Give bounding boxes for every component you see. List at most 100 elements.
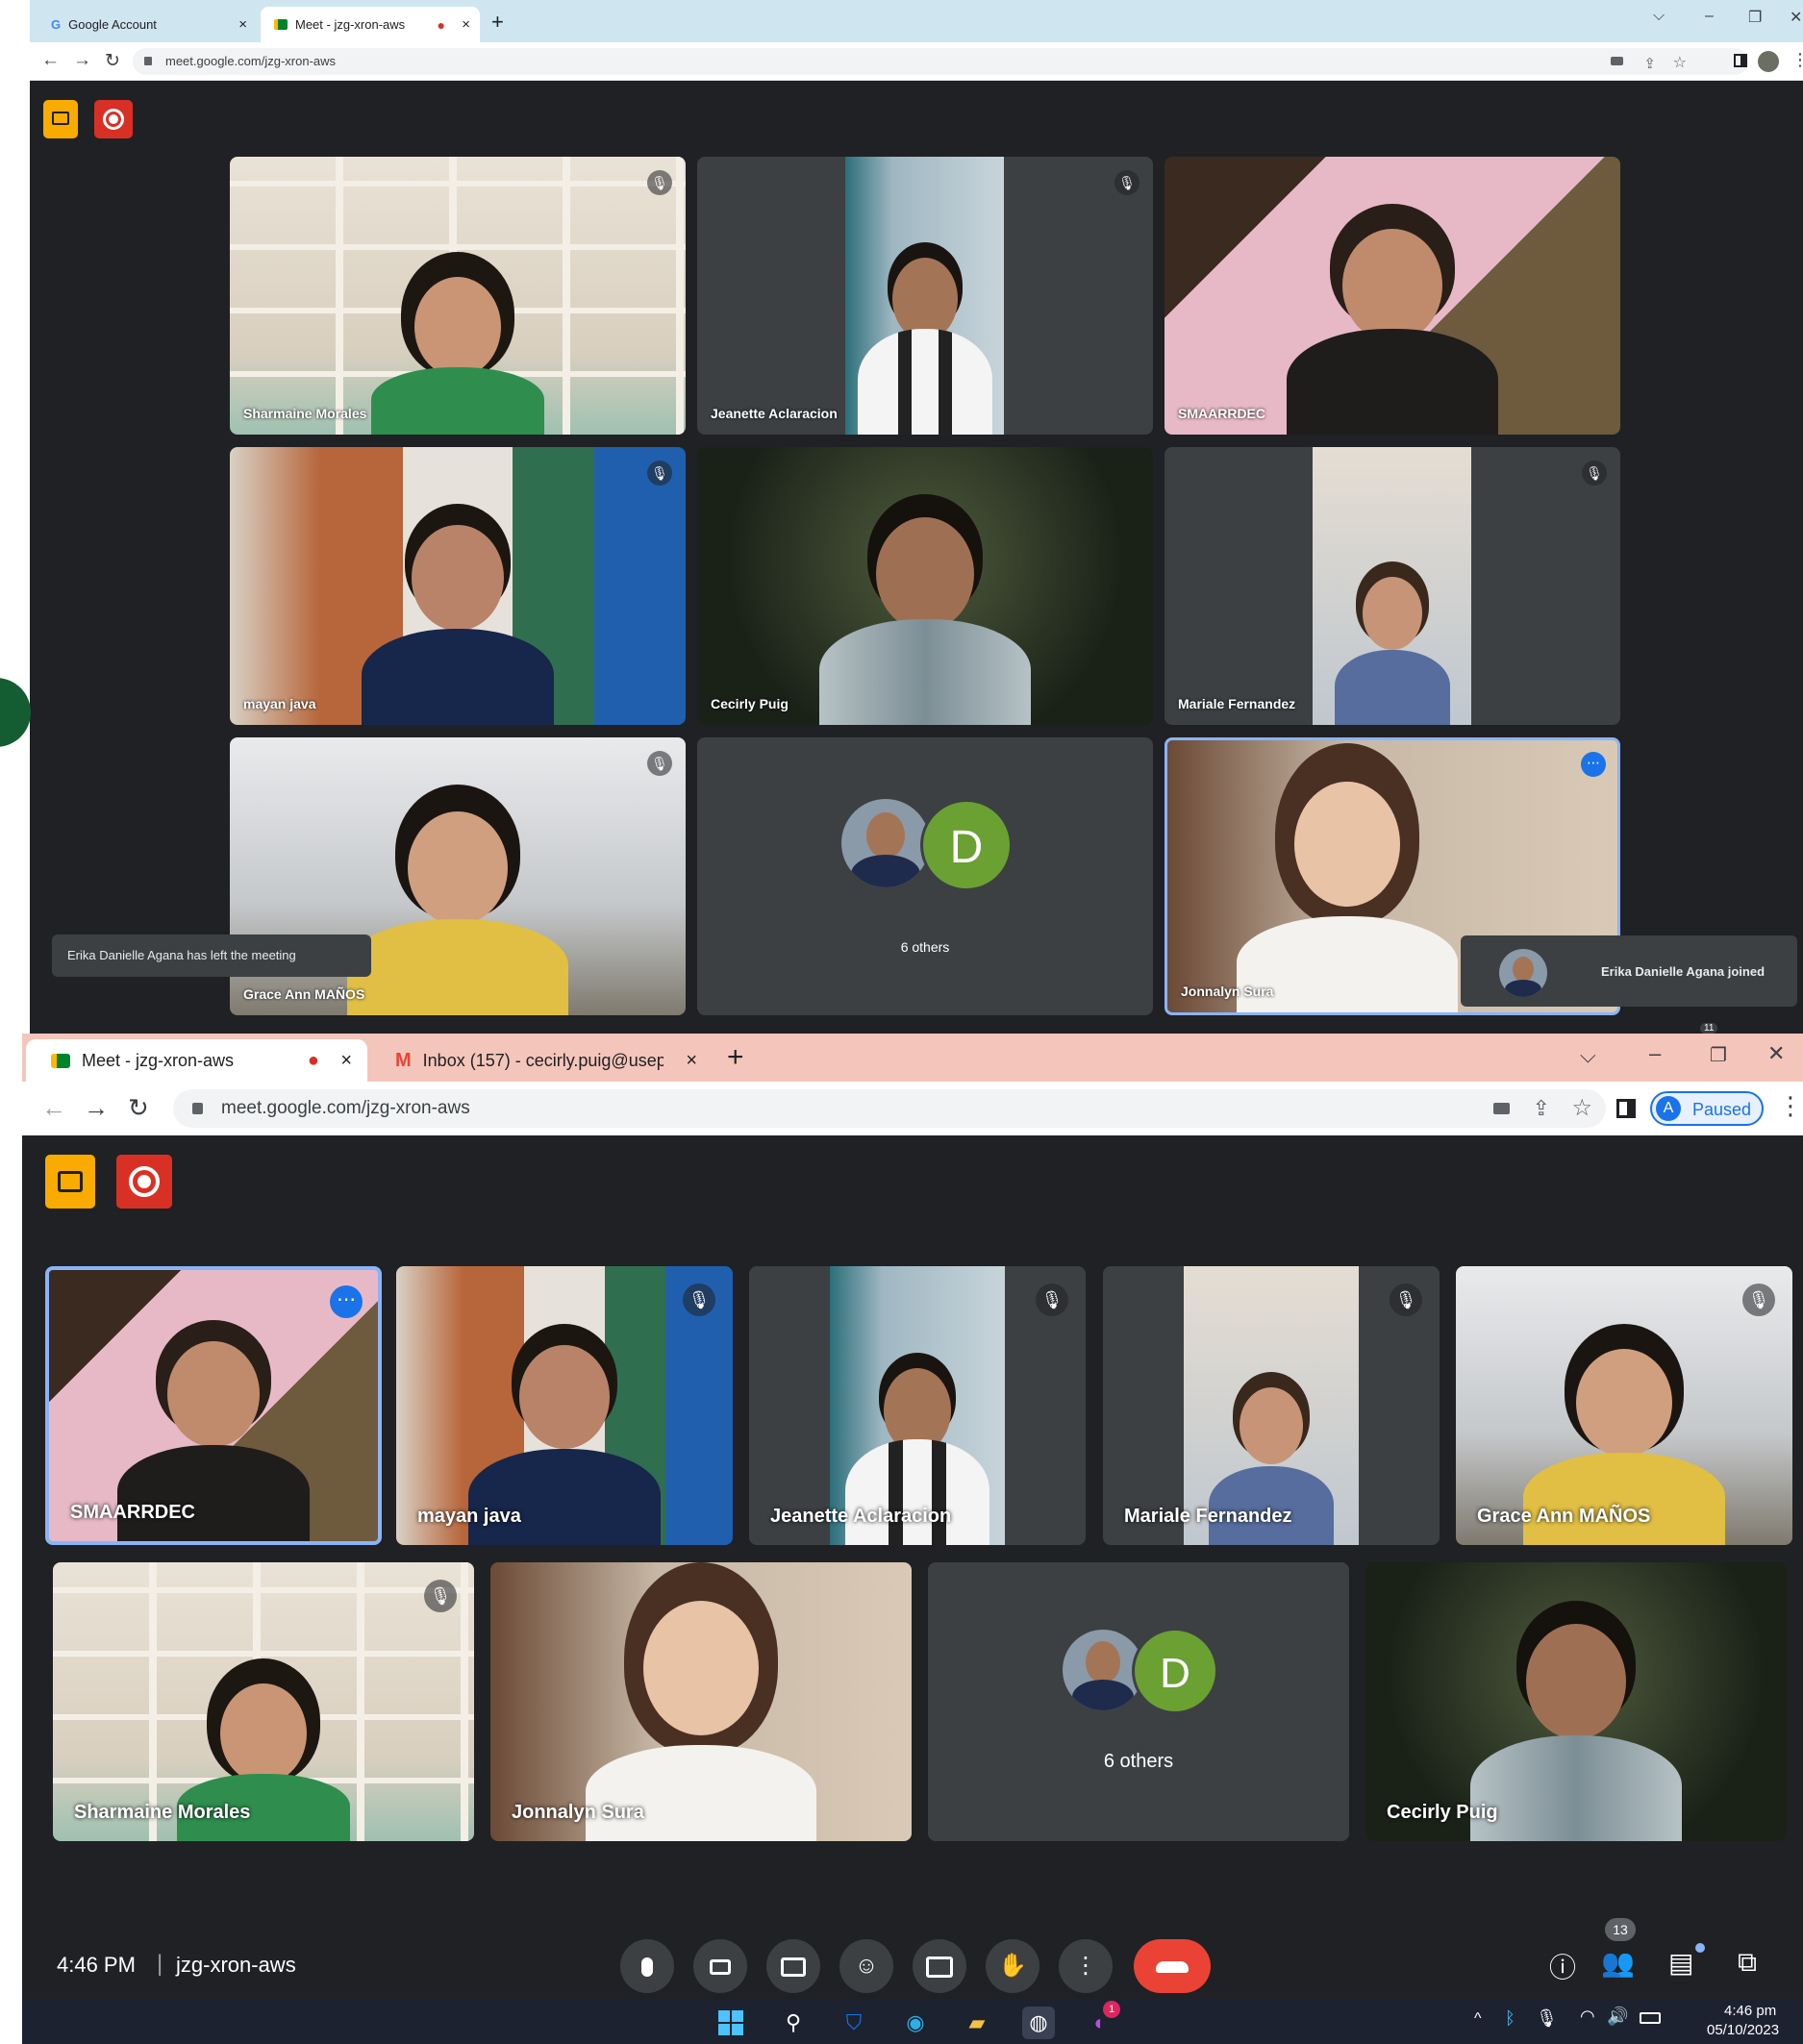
bookmark-star-icon[interactable]: ☆ xyxy=(1571,1089,1592,1128)
recording-indicator[interactable] xyxy=(94,100,133,138)
back-button[interactable]: ← xyxy=(41,50,60,71)
wifi-icon[interactable]: ◠ xyxy=(1580,2007,1595,2027)
participant-tile[interactable]: Jonnalyn Sura xyxy=(490,1562,912,1841)
participant-tile[interactable]: 🎙 Grace Ann MAÑOS xyxy=(1456,1266,1792,1545)
end-call-button[interactable] xyxy=(1134,1939,1211,1993)
minimize-button[interactable]: – xyxy=(1649,1041,1661,1066)
reactions-button[interactable]: ☺ xyxy=(839,1939,893,1993)
mic-tray-icon[interactable]: 🎙 xyxy=(1536,2008,1558,2029)
side-panel-icon[interactable] xyxy=(1734,54,1747,67)
participant-tile[interactable]: 🎙 Jeanette Aclaracion xyxy=(749,1266,1086,1545)
more-options-icon[interactable]: ⋯ xyxy=(330,1285,363,1318)
people-icon[interactable]: 👥 xyxy=(1601,1947,1635,1979)
tab-gmail[interactable]: M Inbox (157) - cecirly.puig@usep × xyxy=(370,1039,713,1082)
volume-icon[interactable]: 🔊 xyxy=(1607,2007,1628,2027)
file-explorer-icon[interactable]: ▰ xyxy=(961,2007,993,2039)
participant-name: SMAARRDEC xyxy=(1178,406,1265,421)
reload-button[interactable]: ↻ xyxy=(105,50,120,72)
close-tab-icon[interactable]: × xyxy=(462,16,470,33)
back-button[interactable]: ← xyxy=(41,1093,66,1123)
close-tab-icon[interactable]: × xyxy=(238,16,247,33)
new-tab-button[interactable]: + xyxy=(491,10,504,35)
new-tab-button[interactable]: + xyxy=(727,1041,744,1074)
participant-video xyxy=(371,252,544,435)
meeting-info-icon[interactable]: ⓘ xyxy=(1549,1947,1576,1985)
record-dot xyxy=(138,1175,151,1188)
more-options-button[interactable]: ⋮ xyxy=(1059,1939,1113,1993)
tab-meet[interactable]: Meet - jzg-xron-aws ● × xyxy=(261,7,480,42)
notification-badge: 1 xyxy=(1103,2001,1120,2018)
forward-button[interactable]: → xyxy=(73,50,91,71)
restore-button[interactable]: ❐ xyxy=(1748,8,1762,27)
bottom-browser-window: Meet - jzg-xron-aws ● × M Inbox (157) - … xyxy=(22,1034,1803,2044)
raise-hand-button[interactable]: ✋ xyxy=(986,1939,1039,1993)
side-panel-icon[interactable] xyxy=(1616,1099,1636,1118)
defender-shield-icon[interactable]: ⛉ xyxy=(838,2007,870,2039)
menu-kebab-icon[interactable]: ⋮ xyxy=(1791,50,1803,70)
camera-icon[interactable] xyxy=(1611,57,1623,65)
tray-chevron-icon[interactable]: ^ xyxy=(1474,2010,1482,2028)
avatar[interactable] xyxy=(1758,51,1779,72)
microphone-button[interactable] xyxy=(620,1939,674,1993)
edge-browser-icon[interactable]: ◉ xyxy=(899,2007,932,2039)
participant-tile[interactable]: 🎙 Mariale Fernandez xyxy=(1103,1266,1440,1545)
participant-tile[interactable]: 🎙 Jeanette Aclaracion xyxy=(697,157,1153,435)
close-window-button[interactable]: ✕ xyxy=(1790,8,1802,27)
address-bar[interactable]: meet.google.com/jzg-xron-aws ⇪ ☆ xyxy=(173,1089,1606,1128)
clock-date[interactable]: 05/10/2023 xyxy=(1707,2022,1779,2038)
recording-info-button[interactable] xyxy=(43,100,78,138)
tab-meet[interactable]: Meet - jzg-xron-aws ● × xyxy=(26,1039,367,1082)
profile-button[interactable]: A Paused xyxy=(1650,1091,1764,1126)
battery-icon[interactable] xyxy=(1640,2012,1661,2024)
bookmark-star-icon[interactable]: ☆ xyxy=(1673,50,1687,77)
bluetooth-icon[interactable]: ᛒ xyxy=(1505,2008,1515,2029)
participant-tile[interactable]: 🎙 Mariale Fernandez xyxy=(1164,447,1620,725)
clock-time[interactable]: 4:46 pm xyxy=(1724,2003,1776,2019)
participant-tile[interactable]: Cecirly Puig xyxy=(697,447,1153,725)
tab-google-account[interactable]: G Google Account × xyxy=(38,7,257,42)
tab-search-icon[interactable]: ⌵ xyxy=(1653,8,1665,25)
close-tab-icon[interactable]: × xyxy=(340,1050,352,1072)
participant-tile[interactable]: 🎙 mayan java xyxy=(396,1266,733,1545)
chrome-icon[interactable]: ◍ xyxy=(1022,2007,1055,2039)
close-window-button[interactable]: ✕ xyxy=(1767,1041,1785,1066)
recording-info-button[interactable] xyxy=(45,1155,95,1209)
participant-tile[interactable]: SMAARRDEC xyxy=(1164,157,1620,435)
present-button[interactable] xyxy=(913,1939,966,1993)
close-tab-icon[interactable]: × xyxy=(686,1050,697,1072)
kebab-icon: ⋮ xyxy=(1074,1953,1097,1979)
meet-stage: 🎙 Sharmaine Morales 🎙 Jeanette Aclaracio… xyxy=(30,81,1803,1034)
participant-name: mayan java xyxy=(243,696,316,711)
participant-count-badge: 11 xyxy=(1700,1023,1718,1034)
share-icon[interactable]: ⇪ xyxy=(1533,1089,1550,1128)
camera-button[interactable] xyxy=(693,1939,747,1993)
chat-icon[interactable]: ▤ xyxy=(1668,1947,1693,1979)
activities-icon[interactable]: ⧉ xyxy=(1738,1947,1757,1979)
forward-button[interactable]: → xyxy=(84,1093,109,1123)
participant-tile[interactable]: 🎙 Sharmaine Morales xyxy=(230,157,686,435)
search-icon[interactable]: ⚲ xyxy=(777,2007,810,2039)
participant-tile-active[interactable]: ⋯ SMAARRDEC xyxy=(45,1266,382,1545)
share-icon[interactable]: ⇪ xyxy=(1643,51,1656,78)
camera-icon[interactable] xyxy=(1493,1103,1510,1114)
menu-kebab-icon[interactable]: ⋮ xyxy=(1778,1091,1803,1121)
reload-button[interactable]: ↻ xyxy=(128,1093,149,1123)
profile-status: Paused xyxy=(1692,1100,1752,1119)
more-options-icon[interactable]: ⋯ xyxy=(1581,752,1606,777)
participant-tile[interactable]: 🎙 mayan java xyxy=(230,447,686,725)
participant-tile-others[interactable]: D 6 others xyxy=(928,1562,1349,1841)
recording-indicator[interactable] xyxy=(116,1155,172,1209)
participant-tile[interactable]: Cecirly Puig xyxy=(1365,1562,1787,1841)
restore-button[interactable]: ❐ xyxy=(1710,1043,1727,1067)
participant-tile[interactable]: 🎙 Sharmaine Morales xyxy=(53,1562,474,1841)
windows-start-icon[interactable] xyxy=(714,2007,747,2039)
address-bar[interactable]: meet.google.com/jzg-xron-aws ⇪ ☆ xyxy=(133,48,1748,75)
google-g-icon: G xyxy=(51,17,62,32)
tab-search-icon[interactable]: ⌵ xyxy=(1580,1043,1596,1068)
minimize-button[interactable]: – xyxy=(1705,8,1714,25)
participant-tile-others[interactable]: D 6 others xyxy=(697,737,1153,1015)
windows-taskbar: ⚲ ⛉ ◉ ▰ ◍ ◐ 1 ^ ᛒ 🎙 ◠ 🔊 4:46 pm 05/10/20… xyxy=(22,1999,1803,2044)
participant-name: Sharmaine Morales xyxy=(243,406,367,421)
tab-title: Meet - jzg-xron-aws xyxy=(82,1050,235,1070)
captions-button[interactable] xyxy=(766,1939,820,1993)
